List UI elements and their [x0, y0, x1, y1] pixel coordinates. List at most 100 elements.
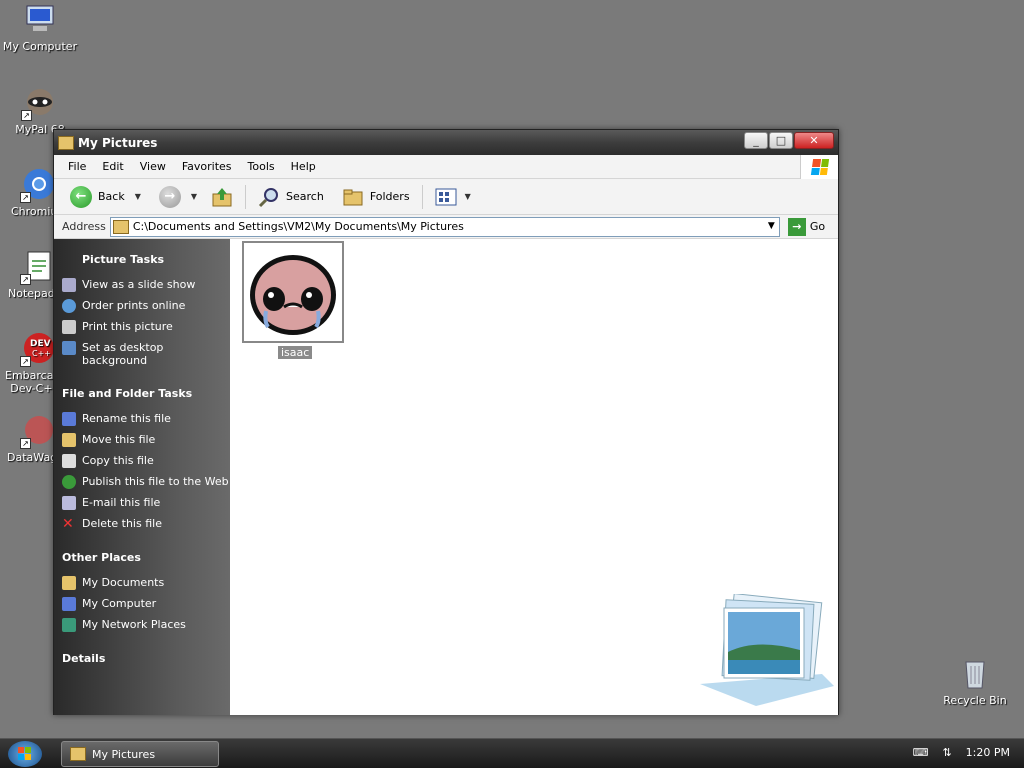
- task-label: Set as desktop background: [82, 341, 164, 367]
- back-arrow-icon: ←: [70, 185, 92, 208]
- desktop-icon-label: My Computer: [2, 40, 78, 53]
- menu-favorites[interactable]: Favorites: [174, 158, 240, 175]
- forward-dropdown-icon[interactable]: ▼: [191, 192, 197, 201]
- task-label: Move this file: [82, 433, 156, 446]
- task-label: Rename this file: [82, 412, 171, 425]
- back-button[interactable]: ← Back: [66, 184, 129, 210]
- go-arrow-icon: →: [787, 217, 806, 236]
- pictures-watermark-icon: [696, 593, 836, 713]
- slideshow-icon: [62, 278, 76, 292]
- file-name-label[interactable]: isaac: [278, 346, 313, 359]
- toolbar: ← Back ▼ → ▼ Search Folders ▼: [54, 179, 838, 215]
- printer-icon: [62, 320, 76, 334]
- picture-tasks-title[interactable]: Picture Tasks: [62, 253, 230, 266]
- close-button[interactable]: ✕: [794, 132, 834, 149]
- up-folder-button[interactable]: [207, 184, 237, 210]
- window-title: My Pictures: [78, 135, 158, 150]
- network-icon: [62, 618, 76, 632]
- task-label: View as a slide show: [82, 278, 196, 291]
- raccoon-icon: ↗: [21, 85, 57, 121]
- desktop-background-icon: [62, 341, 76, 355]
- go-button[interactable]: → Go: [787, 217, 826, 236]
- maximize-button[interactable]: □: [769, 132, 793, 149]
- windows-logo-icon: [800, 155, 838, 179]
- task-email-file[interactable]: E-mail this file: [62, 496, 230, 510]
- address-bar: Address C:\Documents and Settings\VM2\My…: [54, 215, 838, 239]
- shortcut-arrow-icon: ↗: [20, 356, 31, 367]
- taskbar: My Pictures ⌨ ⇅ 1:20 PM: [0, 738, 1024, 768]
- search-icon: [258, 187, 279, 207]
- title-bar[interactable]: My Pictures _ □ ✕: [54, 130, 838, 155]
- isaac-face-image: [250, 255, 336, 335]
- task-delete-file[interactable]: ✕ Delete this file: [62, 517, 230, 531]
- task-move-file[interactable]: Move this file: [62, 433, 230, 447]
- svg-text:C++: C++: [32, 349, 51, 358]
- task-label: Print this picture: [82, 320, 173, 333]
- file-folder-tasks-title[interactable]: File and Folder Tasks: [62, 387, 230, 400]
- taskbar-item-my-pictures[interactable]: My Pictures: [61, 741, 219, 767]
- devcpp-icon: DEV C++ ↗: [20, 331, 56, 367]
- my-documents-icon: [62, 576, 76, 590]
- other-places-title[interactable]: Other Places: [62, 551, 230, 564]
- taskbar-item-label: My Pictures: [92, 747, 156, 761]
- task-label: E-mail this file: [82, 496, 161, 509]
- place-my-documents[interactable]: My Documents: [62, 576, 230, 590]
- file-thumbnail-isaac[interactable]: [242, 241, 344, 343]
- folder-icon: [70, 747, 86, 761]
- address-path: C:\Documents and Settings\VM2\My Documen…: [132, 220, 464, 233]
- email-icon: [62, 496, 76, 510]
- back-dropdown-icon[interactable]: ▼: [135, 192, 141, 201]
- move-icon: [62, 433, 76, 447]
- folders-button[interactable]: Folders: [338, 184, 414, 210]
- shortcut-arrow-icon: ↗: [20, 192, 31, 203]
- search-button[interactable]: Search: [254, 184, 328, 210]
- clock[interactable]: 1:20 PM: [966, 746, 1010, 759]
- back-label: Back: [98, 190, 125, 203]
- forward-button[interactable]: →: [155, 184, 185, 210]
- views-button[interactable]: ▼: [431, 186, 475, 208]
- task-print-picture[interactable]: Print this picture: [62, 320, 230, 334]
- up-folder-icon: [212, 187, 232, 206]
- network-tray-icon[interactable]: ⇅: [942, 746, 951, 759]
- place-my-computer[interactable]: My Computer: [62, 597, 230, 611]
- folder-icon: [58, 135, 74, 150]
- file-view[interactable]: isaac: [230, 239, 838, 715]
- delete-icon: ✕: [62, 516, 74, 532]
- desktop-icon-my-computer[interactable]: My Computer: [0, 2, 80, 53]
- keyboard-icon[interactable]: ⌨: [913, 746, 929, 759]
- place-my-network-places[interactable]: My Network Places: [62, 618, 230, 632]
- address-dropdown-icon[interactable]: ▼: [768, 221, 775, 231]
- search-label: Search: [286, 190, 324, 203]
- address-label: Address: [62, 220, 106, 233]
- system-tray: ⌨ ⇅ 1:20 PM: [913, 746, 1010, 759]
- task-copy-file[interactable]: Copy this file: [62, 454, 230, 468]
- menu-tools[interactable]: Tools: [240, 158, 283, 175]
- task-publish-web[interactable]: Publish this file to the Web: [62, 475, 230, 489]
- place-label: My Documents: [82, 576, 165, 589]
- menu-file[interactable]: File: [60, 158, 94, 175]
- address-input[interactable]: C:\Documents and Settings\VM2\My Documen…: [109, 216, 780, 237]
- menu-view[interactable]: View: [132, 158, 174, 175]
- computer-icon: [62, 597, 76, 611]
- views-dropdown-icon: ▼: [464, 192, 471, 201]
- task-order-prints[interactable]: Order prints online: [62, 299, 230, 313]
- menu-edit[interactable]: Edit: [94, 158, 131, 175]
- go-label: Go: [809, 220, 826, 233]
- toolbar-separator: [421, 184, 423, 209]
- folder-icon: [112, 219, 129, 234]
- task-rename-file[interactable]: Rename this file: [62, 412, 230, 426]
- shortcut-arrow-icon: ↗: [20, 274, 31, 285]
- menu-help[interactable]: Help: [283, 158, 324, 175]
- details-title[interactable]: Details: [62, 652, 230, 665]
- rename-icon: [62, 412, 76, 426]
- task-view-slideshow[interactable]: View as a slide show: [62, 278, 230, 292]
- start-button[interactable]: [8, 741, 42, 767]
- desktop-icon-recycle-bin[interactable]: Recycle Bin: [935, 656, 1015, 707]
- publish-icon: [62, 475, 76, 489]
- windows-logo-icon: [18, 747, 31, 760]
- shortcut-arrow-icon: ↗: [21, 110, 32, 121]
- computer-icon: [23, 2, 57, 36]
- minimize-button[interactable]: _: [744, 132, 768, 149]
- task-set-desktop-background[interactable]: Set as desktop background: [62, 341, 230, 367]
- recycle-bin-icon: [958, 656, 992, 690]
